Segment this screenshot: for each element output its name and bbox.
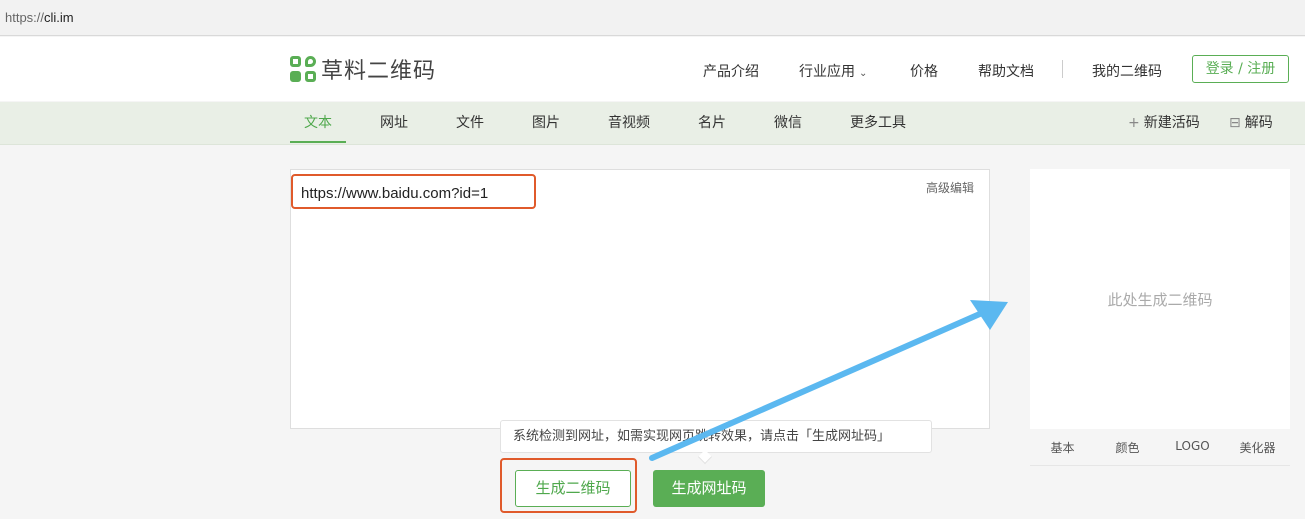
site-header: 草料二维码 产品介绍 行业应用 ⌄ 价格 帮助文档 我的二维码 — [0, 37, 1305, 101]
nav-my-qrcodes[interactable]: 我的二维码 — [1092, 61, 1162, 81]
logo-text: 草料二维码 — [321, 59, 437, 84]
tab-file[interactable]: 文件 — [442, 102, 498, 145]
tab-url[interactable]: 网址 — [366, 102, 422, 145]
decode-button[interactable]: ⊟ 解码 — [1229, 102, 1273, 145]
nav-help-docs[interactable]: 帮助文档 — [978, 61, 1034, 81]
chevron-down-icon: ⌄ — [859, 68, 868, 79]
style-tab-logo[interactable]: LOGO — [1160, 439, 1225, 453]
advanced-edit-link[interactable]: 高级编辑 — [926, 179, 974, 196]
highlight-box-input — [291, 174, 536, 209]
style-tab-beautify[interactable]: 美化器 — [1225, 439, 1290, 456]
decode-label: 解码 — [1244, 115, 1273, 131]
url-protocol: https:// — [5, 10, 45, 25]
generate-url-qr-button[interactable]: 生成网址码 — [653, 470, 765, 507]
tab-business-card[interactable]: 名片 — [684, 102, 740, 145]
highlight-box-generate — [500, 458, 637, 513]
style-tab-color[interactable]: 颜色 — [1095, 439, 1160, 456]
new-live-code-button[interactable]: + 新建活码 — [1128, 102, 1200, 145]
nav-divider — [1062, 60, 1063, 78]
type-tab-bar: 文本 网址 文件 图片 音视频 名片 微信 更多工具 + 新建活码 ⊟ 解码 — [0, 102, 1305, 145]
site-logo[interactable]: 草料二维码 — [290, 56, 437, 84]
scan-icon: ⊟ — [1229, 115, 1241, 131]
tab-more-tools[interactable]: 更多工具 — [846, 102, 910, 145]
active-tab-indicator — [290, 141, 346, 143]
tab-audio-video[interactable]: 音视频 — [601, 102, 657, 145]
style-tabs: 基本 颜色 LOGO 美化器 — [1030, 432, 1290, 466]
nav-product-intro[interactable]: 产品介绍 — [703, 61, 759, 81]
qr-preview-panel: 此处生成二维码 — [1030, 169, 1290, 429]
tab-wechat[interactable]: 微信 — [760, 102, 816, 145]
preview-placeholder: 此处生成二维码 — [1107, 291, 1213, 309]
nav-pricing[interactable]: 价格 — [910, 61, 938, 81]
url-text[interactable]: https://cli.im — [5, 10, 74, 25]
tab-text[interactable]: 文本 — [290, 102, 346, 145]
tab-image[interactable]: 图片 — [518, 102, 574, 145]
browser-url-bar[interactable]: https://cli.im — [0, 0, 1305, 36]
nav-industry[interactable]: 行业应用 ⌄ — [799, 61, 867, 81]
plus-icon: + — [1128, 115, 1140, 131]
url-host: cli.im — [44, 10, 74, 25]
qr-logo-icon — [290, 56, 316, 82]
nav-industry-label: 行业应用 — [799, 64, 855, 80]
url-detect-tooltip: 系统检测到网址，如需实现网页跳转效果，请点击「生成网址码」 — [500, 420, 932, 453]
style-tab-basic[interactable]: 基本 — [1030, 439, 1095, 456]
new-live-code-label: 新建活码 — [1143, 115, 1200, 131]
login-register-button[interactable]: 登录 / 注册 — [1192, 55, 1289, 83]
